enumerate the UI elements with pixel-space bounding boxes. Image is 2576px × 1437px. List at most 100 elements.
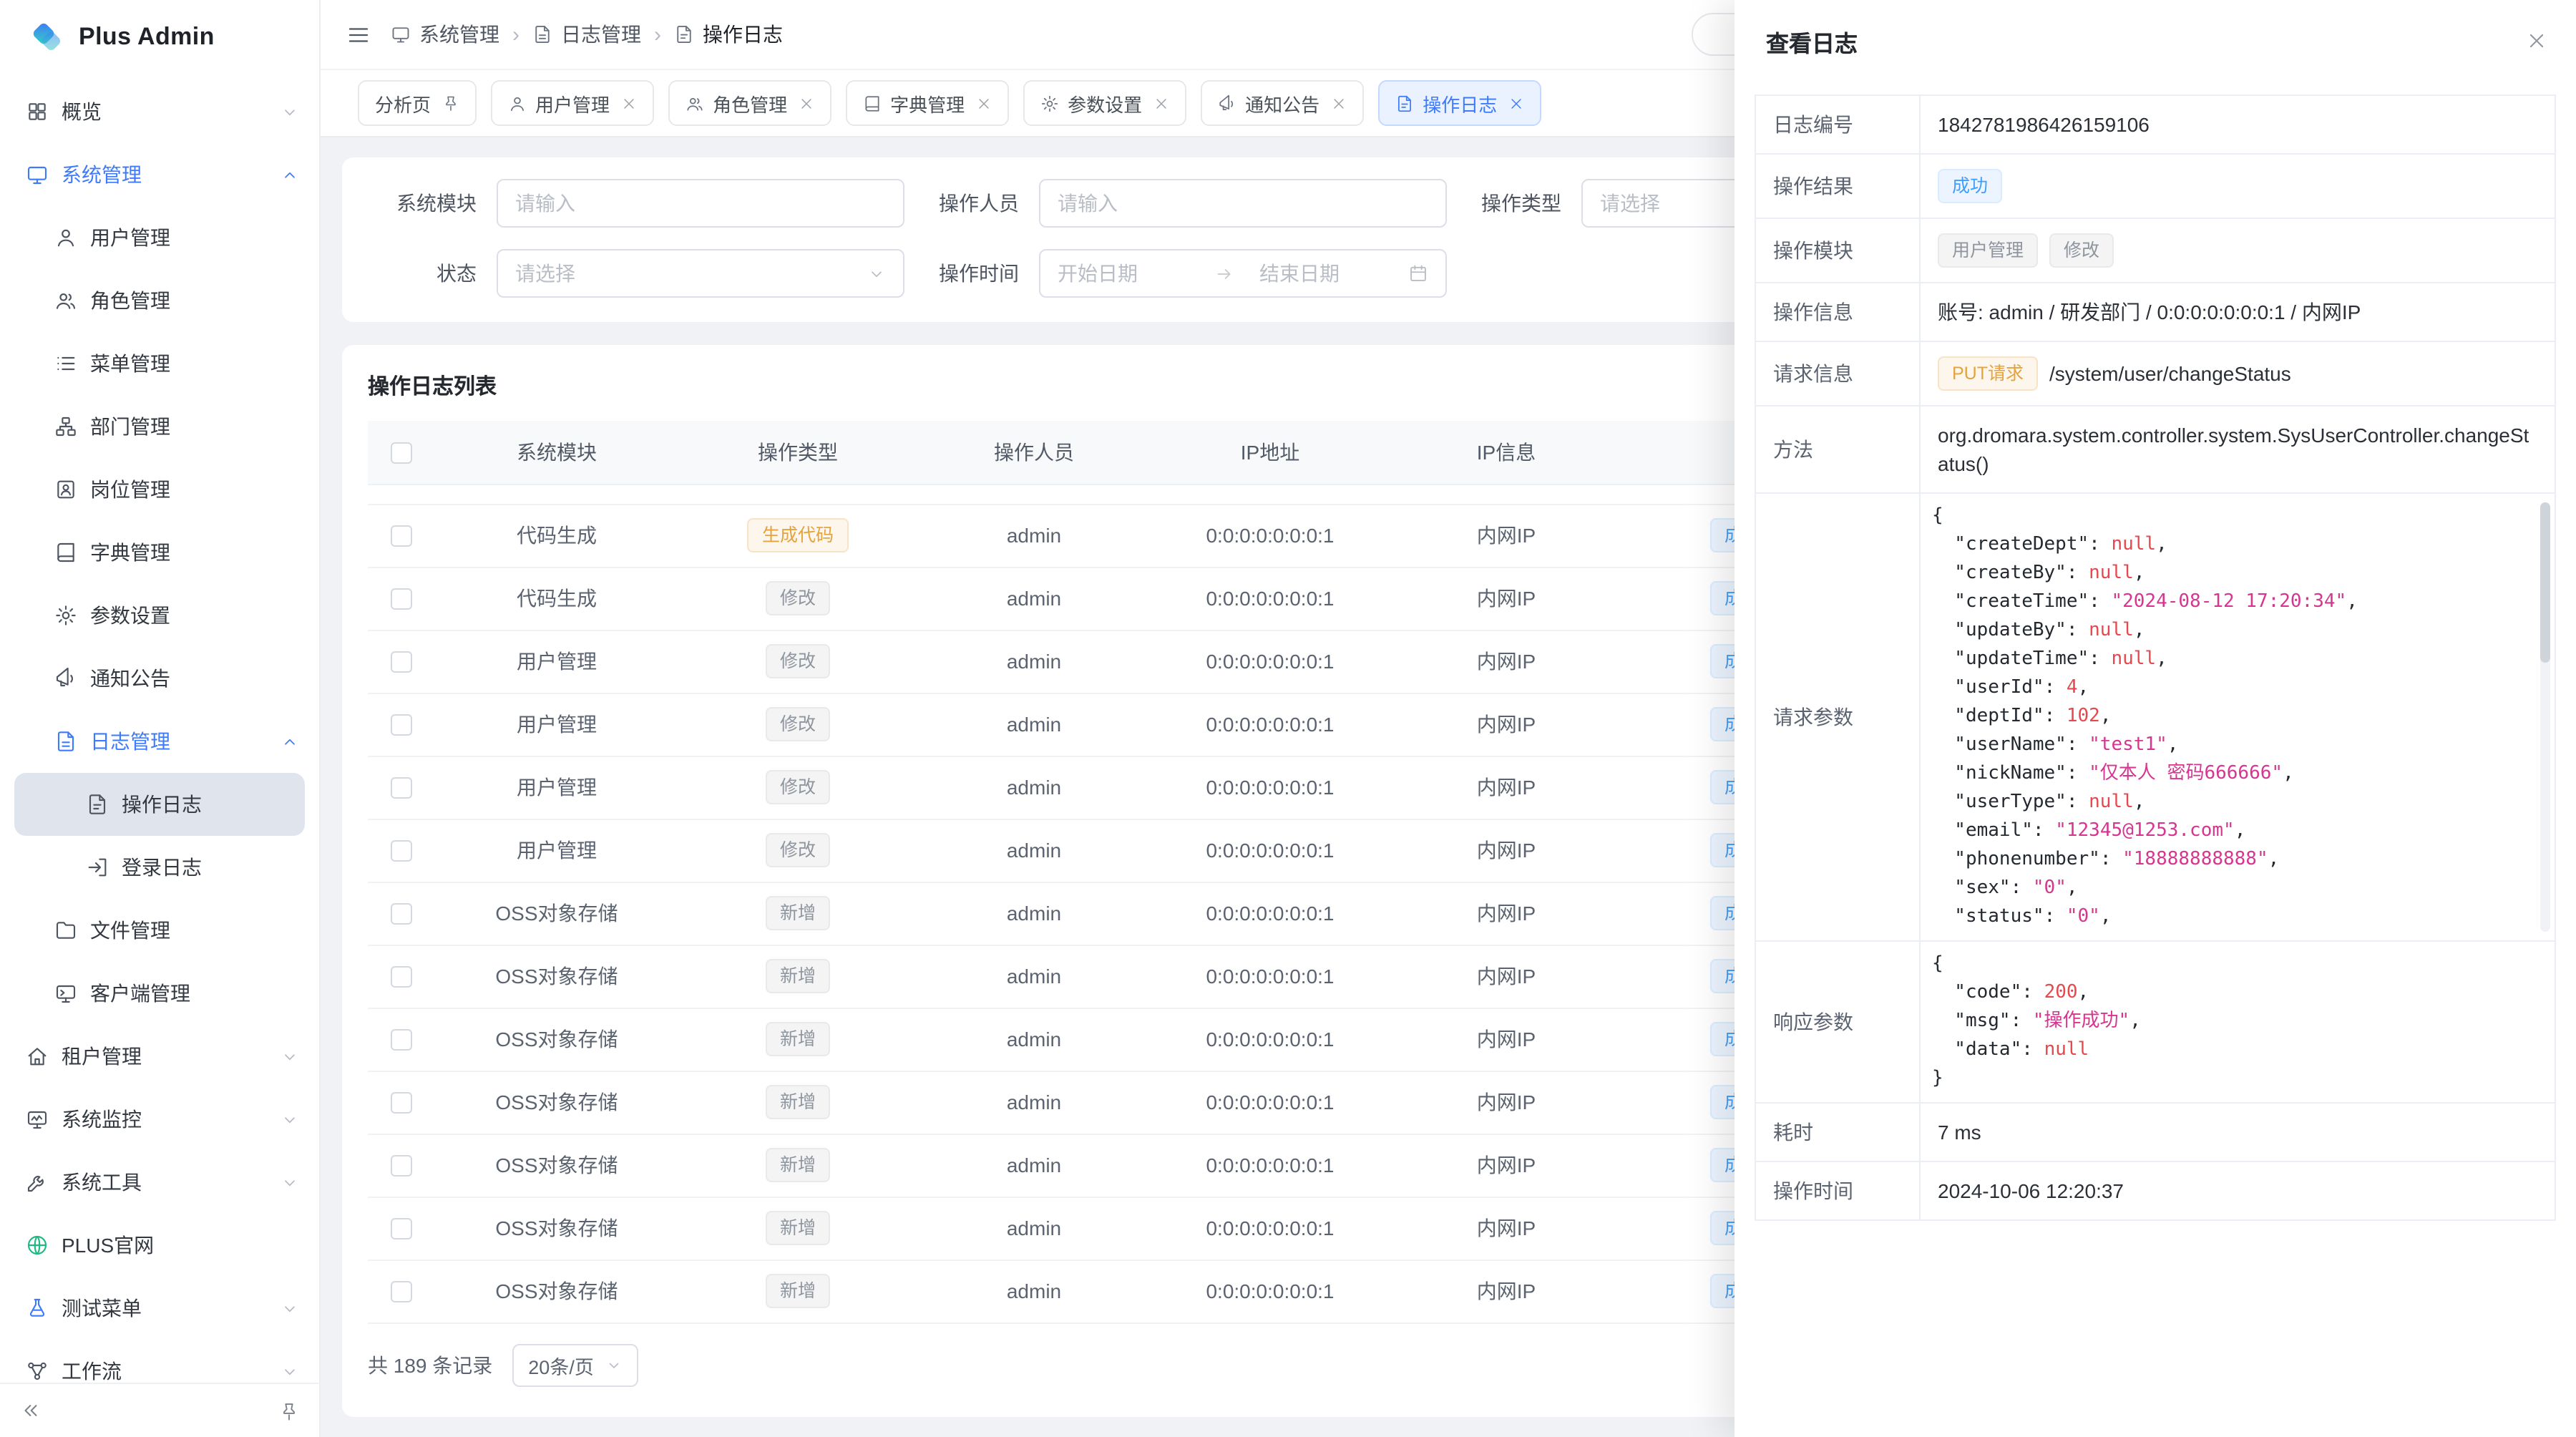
row-checkbox[interactable] bbox=[390, 652, 411, 673]
sidebar-item-label: 概览 bbox=[62, 97, 102, 126]
row-checkbox[interactable] bbox=[390, 841, 411, 862]
sidebar-item-label: 参数设置 bbox=[90, 601, 170, 630]
detail-value: { "createDept": null, "createBy": null, … bbox=[1921, 494, 2555, 940]
close-tab-icon[interactable] bbox=[1331, 95, 1347, 111]
grid-icon bbox=[26, 100, 49, 123]
sidebar-item-role-mgmt[interactable]: 角色管理 bbox=[0, 269, 319, 332]
page-size-select[interactable]: 20条/页 bbox=[512, 1343, 638, 1386]
detail-row-1: 操作结果成功 bbox=[1756, 155, 2555, 219]
megaphone-icon bbox=[54, 667, 77, 690]
hamburger-menu-button[interactable] bbox=[346, 22, 371, 47]
op-type-tag: 修改 bbox=[766, 644, 830, 678]
sidebar-item-system-monitor[interactable]: 系统监控 bbox=[0, 1088, 319, 1151]
sidebar-item-log-mgmt[interactable]: 日志管理 bbox=[0, 710, 319, 773]
users-icon bbox=[54, 289, 77, 312]
code-scrollbar[interactable] bbox=[2540, 502, 2550, 932]
filter-field-module: 系统模块 bbox=[368, 179, 904, 228]
tree-icon bbox=[54, 415, 77, 438]
row-checkbox[interactable] bbox=[390, 778, 411, 799]
sidebar-item-label: 测试菜单 bbox=[62, 1294, 142, 1322]
tab-analysis-page[interactable]: 分析页 bbox=[358, 80, 477, 126]
tab-param-settings[interactable]: 参数设置 bbox=[1023, 80, 1186, 126]
filter-field-operator: 操作人员 bbox=[910, 179, 1447, 228]
detail-row-5: 方法org.dromara.system.controller.system.S… bbox=[1756, 406, 2555, 494]
row-checkbox[interactable] bbox=[390, 1282, 411, 1303]
row-checkbox[interactable] bbox=[390, 1156, 411, 1177]
cell-ip: 0:0:0:0:0:0:0:1 bbox=[1152, 819, 1388, 882]
cell-operator: admin bbox=[916, 1260, 1152, 1322]
collapse-sidebar-button[interactable] bbox=[20, 1400, 42, 1421]
filter-operator-input[interactable] bbox=[1039, 179, 1447, 228]
detail-tag: 用户管理 bbox=[1938, 233, 2038, 268]
globe-icon bbox=[26, 1234, 49, 1257]
row-checkbox[interactable] bbox=[390, 1219, 411, 1240]
close-tab-icon[interactable] bbox=[976, 95, 992, 111]
detail-value: 7 ms bbox=[1921, 1104, 2555, 1161]
filter-status-label: 状态 bbox=[368, 259, 477, 288]
cell-ip-info: 内网IP bbox=[1388, 504, 1624, 567]
row-select-cell bbox=[368, 819, 434, 882]
cell-operator: admin bbox=[916, 567, 1152, 630]
sidebar-item-system-mgmt[interactable]: 系统管理 bbox=[0, 143, 319, 206]
pin-sidebar-button[interactable] bbox=[279, 1401, 299, 1421]
code-line: "data": null bbox=[1932, 1036, 2543, 1065]
sidebar-item-tenant-mgmt[interactable]: 租户管理 bbox=[0, 1025, 319, 1088]
sidebar-item-test-menu[interactable]: 测试菜单 bbox=[0, 1277, 319, 1340]
select-all-checkbox[interactable] bbox=[390, 442, 411, 464]
sidebar-item-workflow[interactable]: 工作流 bbox=[0, 1340, 319, 1383]
sidebar-item-label: 用户管理 bbox=[90, 223, 170, 252]
sidebar-item-dict-mgmt[interactable]: 字典管理 bbox=[0, 521, 319, 584]
row-checkbox[interactable] bbox=[390, 715, 411, 736]
row-select-cell bbox=[368, 945, 434, 1008]
sidebar-item-notice[interactable]: 通知公告 bbox=[0, 647, 319, 710]
row-checkbox[interactable] bbox=[390, 526, 411, 547]
code-line: { bbox=[1932, 502, 2543, 531]
sidebar-item-dept-mgmt[interactable]: 部门管理 bbox=[0, 395, 319, 458]
sidebar-item-param-settings[interactable]: 参数设置 bbox=[0, 584, 319, 647]
detail-label: 操作信息 bbox=[1756, 283, 1921, 341]
sidebar-item-user-mgmt[interactable]: 用户管理 bbox=[0, 206, 319, 269]
sidebar-item-system-tools[interactable]: 系统工具 bbox=[0, 1151, 319, 1214]
close-drawer-button[interactable] bbox=[2526, 30, 2547, 52]
sidebar-item-login-log[interactable]: 登录日志 bbox=[0, 836, 319, 899]
filter-module-input[interactable] bbox=[497, 179, 904, 228]
row-select-cell bbox=[368, 567, 434, 630]
row-checkbox[interactable] bbox=[390, 589, 411, 610]
sidebar-item-overview[interactable]: 概览 bbox=[0, 80, 319, 143]
row-checkbox[interactable] bbox=[390, 904, 411, 925]
close-tab-icon[interactable] bbox=[621, 95, 637, 111]
app-logo[interactable]: Plus Admin bbox=[0, 0, 319, 74]
close-tab-icon[interactable] bbox=[1153, 95, 1169, 111]
code-block: { "code": 200, "msg": "操作成功", "data": nu… bbox=[1932, 950, 2543, 1093]
tab-dict-mgmt[interactable]: 字典管理 bbox=[846, 80, 1009, 126]
sidebar-item-file-mgmt[interactable]: 文件管理 bbox=[0, 899, 319, 962]
row-checkbox[interactable] bbox=[390, 1093, 411, 1114]
filter-time-range[interactable]: 开始日期 结束日期 bbox=[1039, 249, 1447, 298]
sidebar-item-label: 字典管理 bbox=[90, 538, 170, 567]
tab-notice[interactable]: 通知公告 bbox=[1201, 80, 1364, 126]
tab-role-mgmt[interactable]: 角色管理 bbox=[668, 80, 831, 126]
breadcrumb-item[interactable]: 操作日志 bbox=[674, 20, 783, 49]
filter-status-select[interactable]: 请选择 bbox=[497, 249, 904, 298]
sidebar-item-client-mgmt[interactable]: 客户端管理 bbox=[0, 962, 319, 1025]
sidebar-item-post-mgmt[interactable]: 岗位管理 bbox=[0, 458, 319, 521]
tab-user-mgmt[interactable]: 用户管理 bbox=[491, 80, 654, 126]
sidebar-item-operation-log[interactable]: 操作日志 bbox=[14, 773, 305, 836]
sidebar-item-menu-mgmt[interactable]: 菜单管理 bbox=[0, 332, 319, 395]
close-tab-icon[interactable] bbox=[799, 95, 814, 111]
chevrons-left-icon bbox=[20, 1400, 42, 1421]
doc-icon bbox=[1395, 94, 1414, 112]
row-checkbox[interactable] bbox=[390, 1030, 411, 1051]
detail-value: 2024-10-06 12:20:37 bbox=[1921, 1162, 2555, 1219]
tab-operation-log[interactable]: 操作日志 bbox=[1378, 80, 1541, 126]
hamburger-icon bbox=[346, 22, 371, 47]
breadcrumb-item[interactable]: 系统管理 bbox=[391, 20, 499, 49]
cell-operator: admin bbox=[916, 1008, 1152, 1071]
code-scrollbar-thumb[interactable] bbox=[2540, 502, 2550, 663]
close-tab-icon[interactable] bbox=[1508, 95, 1524, 111]
pin-icon[interactable] bbox=[442, 94, 459, 112]
breadcrumb-item[interactable]: 日志管理 bbox=[532, 20, 641, 49]
cell-operator: admin bbox=[916, 819, 1152, 882]
sidebar-item-plus-site[interactable]: PLUS官网 bbox=[0, 1214, 319, 1277]
row-checkbox[interactable] bbox=[390, 967, 411, 988]
